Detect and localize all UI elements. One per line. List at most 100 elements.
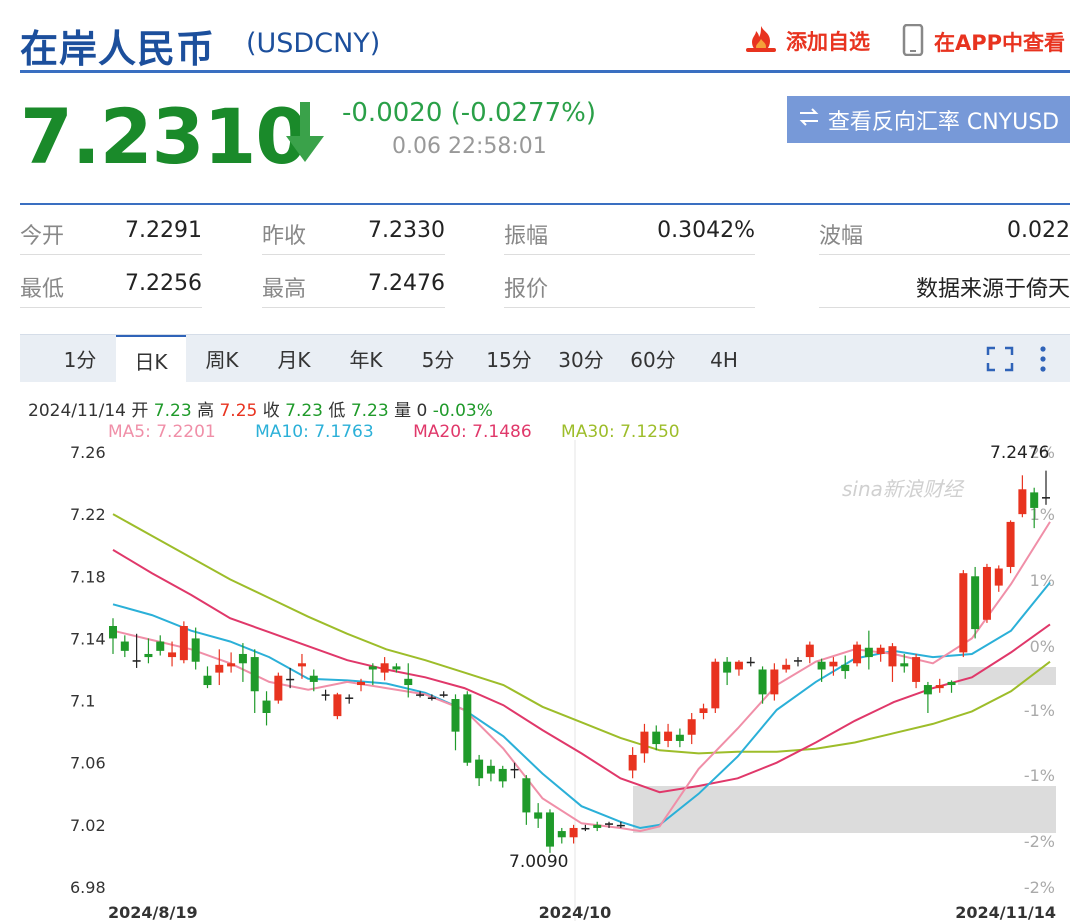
candle-body xyxy=(652,731,661,745)
tab-1min[interactable]: 1分 xyxy=(50,335,110,383)
candle-body xyxy=(120,641,129,651)
candle-body xyxy=(746,661,755,664)
candle-body xyxy=(758,669,767,695)
stat-separator xyxy=(819,307,1070,308)
candle-body xyxy=(475,759,484,779)
candle-body xyxy=(864,647,873,658)
candle-body xyxy=(545,812,554,847)
stat-value-amplitude: 0.3042% xyxy=(657,218,755,243)
tab-30min[interactable]: 30分 xyxy=(548,335,614,383)
tab-daily[interactable]: 日K xyxy=(116,335,186,384)
candle-body xyxy=(616,824,625,827)
ma20-legend: MA20: 7.1486 xyxy=(413,422,532,442)
candle-body xyxy=(156,641,165,651)
more-icon[interactable] xyxy=(1038,345,1048,377)
add-watchlist-button[interactable]: 添加自选 xyxy=(744,24,870,58)
x-axis-label: 2024/10 xyxy=(539,903,612,921)
candle-body xyxy=(286,678,295,681)
candle-body xyxy=(297,663,306,667)
ohlc-low-label: 低 xyxy=(328,401,346,421)
candle-body xyxy=(829,661,838,667)
candle-body xyxy=(793,660,802,662)
candle-body xyxy=(238,653,247,664)
candle-body xyxy=(357,681,366,686)
highlight-band xyxy=(633,786,1056,833)
ma-legend: MA5: 7.2201 MA10: 7.1763 MA20: 7.1486 MA… xyxy=(108,422,680,442)
page-title: 在岸人民币 xyxy=(20,27,216,71)
data-source: 数据来源于倚天 xyxy=(915,277,1070,302)
candle-body xyxy=(605,823,614,825)
ohlc-open-label: 开 xyxy=(131,401,149,421)
candle-body xyxy=(510,768,519,771)
candle-body xyxy=(640,731,649,754)
candle-body xyxy=(345,697,354,699)
candle-body xyxy=(191,638,200,662)
reverse-rate-button[interactable]: 查看反向汇率 CNYUSD xyxy=(787,96,1070,143)
candle-body xyxy=(817,661,826,670)
reverse-rate-label: 查看反向汇率 CNYUSD xyxy=(827,109,1060,135)
candle-body xyxy=(321,694,330,696)
ohlc-readout: 2024/11/14 开 7.23 高 7.25 收 7.23 低 7.23 量… xyxy=(28,396,493,421)
stat-separator xyxy=(262,307,445,308)
tab-4h[interactable]: 4H xyxy=(696,335,752,383)
ohlc-vol-label: 量 xyxy=(394,401,412,421)
tab-yearly[interactable]: 年K xyxy=(336,335,396,383)
candle-body xyxy=(947,681,956,686)
max-price-label: 7.2476 xyxy=(990,443,1049,463)
candle-body xyxy=(593,824,602,828)
fullscreen-icon[interactable] xyxy=(986,346,1014,376)
candle-body xyxy=(1006,521,1015,567)
stat-separator xyxy=(504,254,755,255)
candle-body xyxy=(1018,489,1027,515)
candle-body xyxy=(876,647,885,654)
candle-body xyxy=(853,644,862,664)
ohlc-close-label: 收 xyxy=(262,401,280,421)
stat-value-range: 0.022 xyxy=(1007,218,1070,243)
pct-tick-label: -1% xyxy=(1024,766,1055,785)
x-axis-label: 2024/11/14 xyxy=(955,903,1056,921)
candle-body xyxy=(841,664,850,672)
candle-body xyxy=(888,646,897,667)
candle-body xyxy=(144,653,153,658)
candle-body xyxy=(451,699,460,732)
candle-body xyxy=(723,661,732,673)
view-in-app-label: 在APP中查看 xyxy=(934,31,1066,55)
candle-body xyxy=(380,663,389,673)
candle-body xyxy=(463,694,472,763)
view-in-app-button[interactable]: 在APP中查看 xyxy=(902,23,1066,60)
stat-value-high: 7.2476 xyxy=(368,271,445,296)
candlestick-chart[interactable]: 7.267.227.187.147.17.067.026.982%1%1%0%-… xyxy=(0,440,1080,921)
candle-body xyxy=(1030,492,1039,508)
candle-body xyxy=(900,663,909,667)
stat-value-low: 7.2256 xyxy=(125,271,202,296)
candle-body xyxy=(534,812,543,819)
candle-body xyxy=(439,694,448,696)
tab-weekly[interactable]: 周K xyxy=(192,335,252,383)
phone-icon xyxy=(902,23,924,60)
ma30-line xyxy=(112,513,1051,755)
stat-label-amplitude: 振幅 xyxy=(504,224,549,249)
ohlc-low: 7.23 xyxy=(350,401,389,421)
stat-separator xyxy=(819,254,1070,255)
swap-icon xyxy=(798,107,820,133)
stat-label-prev-close: 昨收 xyxy=(262,224,307,249)
y-tick-label: 7.22 xyxy=(70,505,106,524)
candle-body xyxy=(994,568,1003,586)
tab-5min[interactable]: 5分 xyxy=(410,335,466,383)
price-change: -0.0020 (-0.0277%) xyxy=(342,98,596,128)
stat-label-range: 波幅 xyxy=(819,224,864,249)
candle-body xyxy=(427,697,436,699)
y-tick-label: 7.06 xyxy=(70,754,106,773)
tab-monthly[interactable]: 月K xyxy=(264,335,324,383)
candle-body xyxy=(262,700,271,713)
candle-body xyxy=(782,664,791,670)
ma10-legend: MA10: 7.1763 xyxy=(255,422,374,442)
y-tick-label: 7.14 xyxy=(70,629,106,648)
ohlc-date: 2024/11/14 xyxy=(28,401,126,421)
tab-60min[interactable]: 60分 xyxy=(620,335,686,383)
candle-body xyxy=(203,675,212,686)
tab-15min[interactable]: 15分 xyxy=(476,335,542,383)
pct-tick-label: -2% xyxy=(1024,832,1055,851)
stat-separator xyxy=(20,254,202,255)
y-tick-label: 7.18 xyxy=(70,567,106,586)
